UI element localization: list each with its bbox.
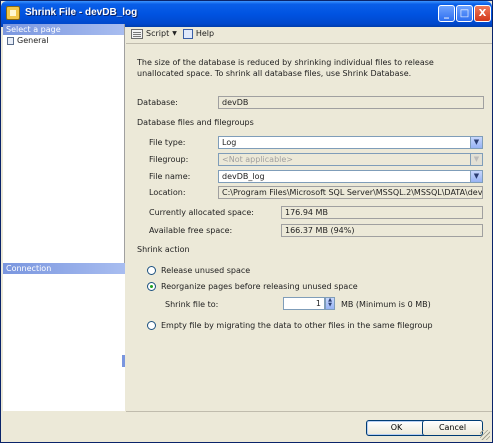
script-button[interactable]: Script ▼ — [131, 28, 177, 39]
connection-header: Connection — [3, 263, 125, 274]
file-type-select[interactable]: Log ▼ — [218, 136, 483, 149]
shrink-file-dialog: Shrink File - devDB_log _ □ X Select a p… — [0, 0, 493, 443]
release-unused-label[interactable]: Release unused space — [161, 266, 250, 276]
filegroup-select: <Not applicable> ▼ — [218, 153, 483, 166]
files-group-heading: Database files and filegroups — [137, 118, 254, 127]
reorganize-radio[interactable] — [147, 282, 156, 291]
page-item-general[interactable]: General — [3, 35, 124, 46]
select-page-header: Select a page — [3, 24, 124, 35]
location-field[interactable]: C:\Program Files\Microsoft SQL Server\MS… — [218, 186, 483, 199]
shrink-action-heading: Shrink action — [137, 245, 190, 254]
script-icon — [131, 28, 143, 39]
left-footer — [3, 411, 125, 442]
resize-grip-icon[interactable] — [480, 430, 490, 440]
help-icon — [182, 28, 193, 39]
pane-scroll-indicator — [122, 355, 125, 367]
filegroup-value: <Not applicable> — [222, 155, 293, 164]
help-button[interactable]: Help — [182, 28, 215, 39]
allocated-space-value: 176.94 MB — [281, 206, 483, 219]
general-page: The size of the database is reduced by s… — [126, 45, 492, 411]
toolbar: Script ▼ Help — [126, 24, 492, 44]
connection-panel — [3, 274, 125, 411]
file-name-select[interactable]: devDB_log ▼ — [218, 170, 483, 183]
allocated-space-label: Currently allocated space: — [149, 208, 254, 217]
release-unused-radio[interactable] — [147, 266, 156, 275]
database-label: Database: — [137, 98, 178, 107]
maximize-button[interactable]: □ — [456, 5, 473, 22]
empty-file-radio[interactable] — [147, 321, 156, 330]
location-label: Location: — [149, 188, 186, 197]
page-icon — [7, 36, 14, 45]
shrink-to-label: Shrink file to: — [165, 300, 219, 309]
file-name-value: devDB_log — [222, 172, 265, 181]
file-name-label: File name: — [149, 172, 191, 181]
cancel-button[interactable]: Cancel — [422, 420, 483, 436]
page-item-label: General — [17, 36, 49, 45]
file-type-label: File type: — [149, 138, 186, 147]
chevron-down-icon[interactable]: ▼ — [470, 171, 482, 182]
reorganize-label[interactable]: Reorganize pages before releasing unused… — [161, 282, 358, 292]
free-space-value: 166.37 MB (94%) — [281, 224, 483, 237]
free-space-label: Available free space: — [149, 226, 233, 235]
minimize-button[interactable]: _ — [438, 5, 455, 22]
shrink-to-unit: MB (Minimum is 0 MB) — [341, 300, 431, 309]
description-text: The size of the database is reduced by s… — [137, 58, 434, 78]
script-label: Script — [146, 29, 170, 38]
shrink-to-stepper[interactable]: ▲ ▼ — [325, 297, 335, 310]
chevron-down-icon[interactable]: ▼ — [470, 137, 482, 148]
ok-button[interactable]: OK — [366, 420, 427, 436]
database-icon — [6, 6, 20, 20]
chevron-down-icon: ▼ — [470, 154, 482, 165]
database-value: devDB — [218, 96, 484, 109]
empty-file-label[interactable]: Empty file by migrating the data to othe… — [161, 321, 433, 331]
shrink-to-input[interactable]: 1 — [283, 297, 325, 310]
dialog-footer: OK Cancel — [126, 411, 492, 442]
page-selector-pane: Select a page General Connection — [3, 24, 125, 411]
file-type-value: Log — [222, 138, 237, 147]
filegroup-label: Filegroup: — [149, 155, 189, 164]
window-title: Shrink File - devDB_log — [25, 7, 138, 18]
close-button[interactable]: X — [474, 5, 491, 22]
chevron-down-icon[interactable]: ▼ — [172, 30, 177, 37]
help-label: Help — [195, 29, 215, 38]
